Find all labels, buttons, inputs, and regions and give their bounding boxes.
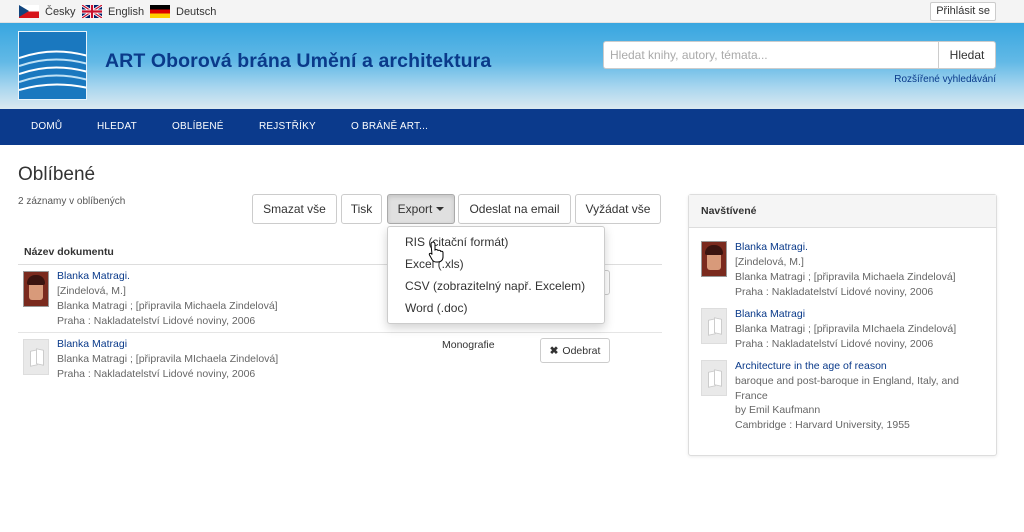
export-csv-item[interactable]: CSV (zobrazitelný např. Excelem) xyxy=(405,279,585,293)
language-bar: Česky English Deutsch Přihlásit se xyxy=(0,0,1024,23)
visited-line: Blanka Matragi ; [připravila Michaela Zi… xyxy=(735,271,956,283)
german-flag-icon xyxy=(150,5,170,18)
book-icon xyxy=(701,308,727,344)
book-cover-image[interactable] xyxy=(23,271,49,307)
send-email-button[interactable]: Odeslat na email xyxy=(458,194,571,224)
export-ris-item[interactable]: RIS (citační formát) xyxy=(405,235,508,249)
nav-about[interactable]: O BRÁNĚ ART... xyxy=(351,121,428,132)
record-title[interactable]: Blanka Matragi. xyxy=(57,270,130,282)
row-divider xyxy=(18,332,662,333)
book-icon xyxy=(23,339,49,375)
page-title: Oblíbené xyxy=(18,164,96,185)
remove-label: Odebrat xyxy=(562,344,601,357)
visited-line: Cambridge : Harvard University, 1955 xyxy=(735,419,910,431)
site-title[interactable]: ART Oborová brána Umění a architektura xyxy=(105,50,491,73)
caret-down-icon xyxy=(436,207,445,211)
nav-home[interactable]: DOMŮ xyxy=(31,121,62,132)
visited-title[interactable]: Architecture in the age of reason xyxy=(735,360,887,372)
request-all-button[interactable]: Vyžádat vše xyxy=(575,194,661,224)
lang-german-label: Deutsch xyxy=(176,5,217,18)
panel-title: Navštívené xyxy=(689,195,996,228)
nav-search[interactable]: HLEDAT xyxy=(97,121,137,132)
advanced-search-link[interactable]: Rozšířené vyhledávání xyxy=(894,74,996,85)
record-author: [Zindelová, M.] xyxy=(57,285,126,297)
record-statement: Blanka Matragi ; [připravila MIchaela Zi… xyxy=(57,353,279,365)
record-publisher: Praha : Nakladatelství Lidové noviny, 20… xyxy=(57,368,256,380)
column-header-title: Název dokumentu xyxy=(24,246,114,258)
visited-title[interactable]: Blanka Matragi xyxy=(735,308,805,320)
lang-english[interactable]: English xyxy=(82,5,144,18)
uk-flag-icon xyxy=(82,5,102,18)
main-nav: DOMŮ HLEDAT OBLÍBENÉ REJSTŘÍKY O BRÁNĚ A… xyxy=(0,109,1024,145)
record-publisher: Praha : Nakladatelství Lidové noviny, 20… xyxy=(57,315,256,327)
lang-czech-label: Česky xyxy=(45,5,76,18)
export-button[interactable]: Export xyxy=(387,194,455,224)
delete-all-button[interactable]: Smazat vše xyxy=(252,194,337,224)
lang-english-label: English xyxy=(108,5,145,18)
search-input[interactable] xyxy=(603,41,938,69)
visited-line: Blanka Matragi ; [připravila MIchaela Zi… xyxy=(735,323,957,335)
lang-german[interactable]: Deutsch xyxy=(150,5,216,18)
visited-line: Praha : Nakladatelství Lidové noviny, 20… xyxy=(735,286,934,298)
visited-line: Praha : Nakladatelství Lidové noviny, 20… xyxy=(735,338,934,350)
search-button[interactable]: Hledat xyxy=(938,41,996,69)
hand-cursor-icon xyxy=(428,241,444,263)
print-button[interactable]: Tisk xyxy=(341,194,382,224)
site-header: ART Oborová brána Umění a architektura H… xyxy=(0,23,1024,109)
site-logo[interactable] xyxy=(18,31,87,100)
export-label: Export xyxy=(397,202,433,216)
czech-flag-icon xyxy=(19,5,39,18)
export-word-item[interactable]: Word (.doc) xyxy=(405,301,467,315)
visited-line: [Zindelová, M.] xyxy=(735,256,804,268)
visited-line: by Emil Kaufmann xyxy=(735,404,821,416)
visited-line: France xyxy=(735,390,768,402)
record-type: Monografie xyxy=(442,339,495,351)
export-dropdown-menu: RIS (citační formát) Excel (.xls) CSV (z… xyxy=(387,226,605,324)
visited-title[interactable]: Blanka Matragi. xyxy=(735,241,808,253)
remove-button[interactable]: ✖ Odebrat xyxy=(540,338,610,363)
nav-indexes[interactable]: REJSTŘÍKY xyxy=(259,121,316,132)
record-statement: Blanka Matragi ; [připravila Michaela Zi… xyxy=(57,300,278,312)
book-icon xyxy=(701,360,727,396)
record-title[interactable]: Blanka Matragi xyxy=(57,338,127,350)
login-button[interactable]: Přihlásit se xyxy=(930,2,996,21)
lang-czech[interactable]: Česky xyxy=(19,5,76,18)
search-bar: Hledat xyxy=(603,41,996,69)
book-cover-image[interactable] xyxy=(701,241,727,277)
record-count: 2 záznamy v oblíbených xyxy=(18,196,126,207)
close-icon: ✖ xyxy=(549,344,559,357)
visited-line: baroque and post-baroque in England, Ita… xyxy=(735,375,959,387)
nav-favorites[interactable]: OBLÍBENÉ xyxy=(172,121,224,132)
